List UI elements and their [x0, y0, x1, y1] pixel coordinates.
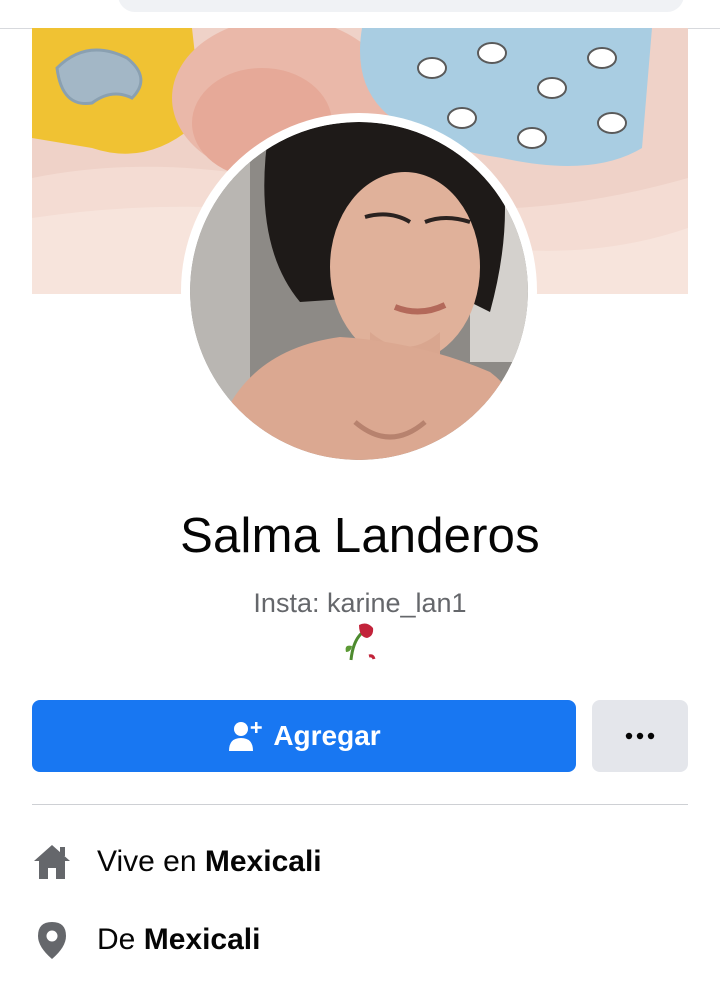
add-friend-icon — [227, 718, 263, 754]
intro-item-from: De Mexicali — [32, 920, 260, 960]
top-bar — [0, 0, 720, 29]
more-options-button[interactable] — [592, 700, 688, 772]
intro-prefix: Vive en — [97, 845, 197, 878]
add-friend-label: Agregar — [273, 720, 381, 751]
intro-value: Mexicali — [204, 845, 322, 878]
add-friend-button[interactable]: Agregar — [32, 700, 576, 772]
profile-name: Salma Landeros — [180, 509, 540, 563]
section-divider — [32, 804, 688, 805]
profile-photo[interactable] — [181, 113, 537, 469]
location-pin-icon — [32, 920, 72, 960]
more-options-icon — [625, 727, 655, 745]
profile-bio: Insta: karine_lan1 — [253, 588, 467, 618]
intro-prefix: De — [97, 923, 136, 956]
bio-emoji-rose — [343, 622, 377, 667]
search-bar[interactable] — [118, 0, 684, 12]
profile-photo-image — [190, 122, 528, 460]
intro-item-lives-in: Vive en Mexicali — [32, 842, 322, 882]
home-icon — [32, 842, 72, 882]
intro-value: Mexicali — [143, 923, 261, 956]
